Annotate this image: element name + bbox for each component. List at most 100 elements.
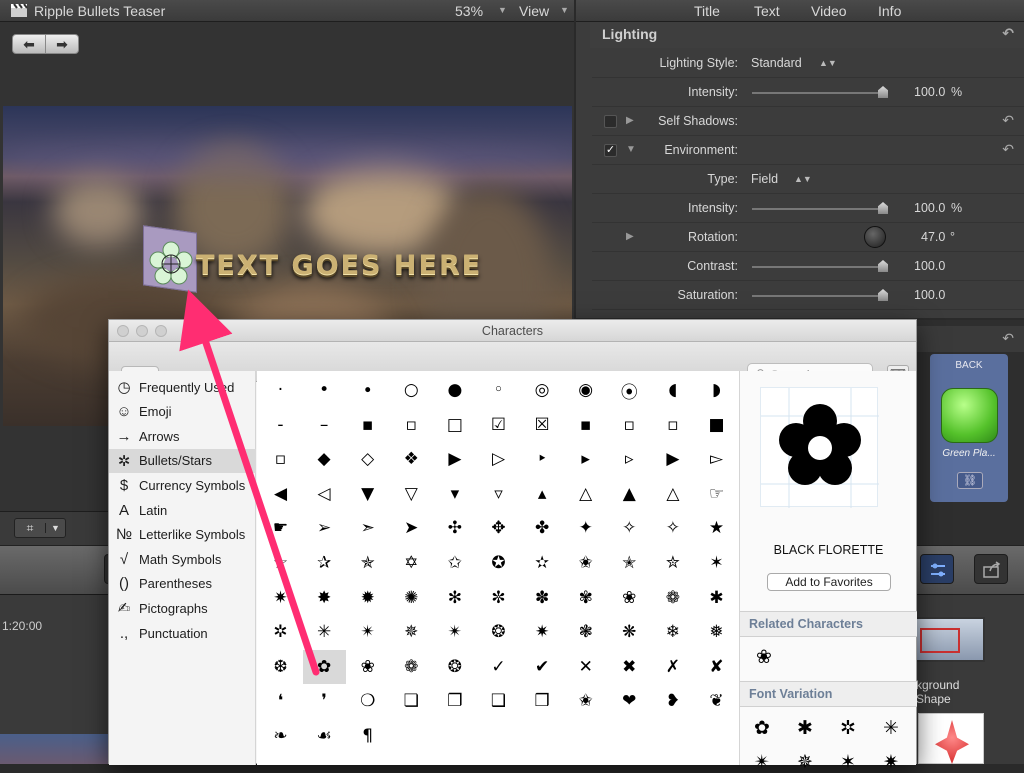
glyph-cell[interactable]: ✱ [695,581,738,615]
related-char[interactable]: ❀ [756,646,772,668]
glyph-cell[interactable]: ❏ [390,684,433,718]
glyph-cell[interactable]: ✴ [433,615,476,649]
glyph-cell[interactable]: ❛ [259,684,302,718]
glyph-cell[interactable]: ✯ [346,546,389,580]
glyph-cell[interactable]: ❅ [695,615,738,649]
glyph-cell[interactable]: ◦ [477,373,520,407]
glyph-cell[interactable]: ✽ [521,581,564,615]
glyph-cell[interactable]: ✺ [390,581,433,615]
glyph-cell[interactable]: – [303,408,346,442]
glyph-cell[interactable]: ▴ [521,477,564,511]
glyph-cell[interactable]: · [259,373,302,407]
intensity-slider[interactable] [752,86,888,98]
glyph-cell[interactable]: ✦ [564,511,607,545]
glyph-cell[interactable]: • [303,373,346,407]
saturation-value[interactable]: 100.0 [914,288,945,302]
glyph-cell[interactable]: ❀ [608,581,651,615]
glyph-cell[interactable]: ✲ [259,615,302,649]
glyph-cell[interactable]: ✾ [564,581,607,615]
glyph-cell[interactable]: ➣ [346,511,389,545]
glyph-cell[interactable]: ☛ [259,511,302,545]
glyph-cell[interactable]: ✹ [346,581,389,615]
glyph-cell[interactable]: ◉ [564,373,607,407]
tab-info[interactable]: Info [878,3,901,19]
glyph-cell[interactable]: ■ [695,408,738,442]
glyph-cell[interactable]: ☒ [521,408,564,442]
forward-arrow-icon[interactable]: ➡ [46,35,78,53]
glyph-cell[interactable]: ☆ [259,546,302,580]
font-variation-glyph[interactable]: ✷ [883,751,899,773]
rotation-value[interactable]: 47.0 [921,230,945,244]
lighting-style-popup[interactable]: Standard [751,56,802,70]
glyph-cell[interactable]: ✬ [564,684,607,718]
slider-thumb[interactable] [878,260,888,272]
glyph-cell[interactable]: ☑ [477,408,520,442]
glyph-cell[interactable]: ▻ [695,442,738,476]
glyph-cell[interactable]: ✮ [651,546,694,580]
font-variation-glyph[interactable]: ✶ [840,751,856,773]
env-intensity-slider[interactable] [752,202,888,214]
glyph-cell[interactable]: ◆ [303,442,346,476]
zoom-popup[interactable]: 53% [455,3,483,19]
glyph-cell[interactable]: ¶ [346,719,389,753]
slider-thumb[interactable] [878,86,888,98]
glyph-cell[interactable]: ❀ [346,650,389,684]
glyph-cell[interactable]: ▪ [346,408,389,442]
font-variation-glyph[interactable]: ✳ [883,717,899,739]
glyph-cell[interactable]: ▹ [608,442,651,476]
font-variation-glyph[interactable]: ✵ [797,751,813,773]
disclosure-triangle-icon[interactable]: ▶ [626,231,634,242]
glyph-cell[interactable]: ✻ [433,581,476,615]
glyph-cell[interactable]: ✸ [303,581,346,615]
category-punctuation[interactable]: ., Punctuation [109,621,256,645]
glyph-cell[interactable]: ❃ [564,615,607,649]
glyph-cell[interactable]: ✪ [477,546,520,580]
glyph-cell[interactable]: ✫ [521,546,564,580]
glyph-cell[interactable]: ✗ [651,650,694,684]
glyph-cell[interactable]: ✼ [477,581,520,615]
reset-icon[interactable]: ↶ [1002,330,1014,347]
glyph-cell[interactable]: ➢ [303,511,346,545]
glyph-cell[interactable]: ✣ [433,511,476,545]
glyph-cell[interactable]: ❄ [651,615,694,649]
glyph-cell[interactable]: ‐ [259,408,302,442]
reset-icon[interactable]: ↶ [1002,112,1014,129]
glyph-cell[interactable]: ✕ [564,650,607,684]
glyph-cell[interactable]: ▫ [390,408,433,442]
glyph-cell[interactable]: ✧ [608,511,651,545]
category-letterlike-symbols[interactable]: № Letterlike Symbols [109,523,256,547]
glyph-cell[interactable]: ✶ [695,546,738,580]
glyph-cell[interactable]: ✧ [651,511,694,545]
glyph-cell[interactable]: ❦ [695,684,738,718]
glyph-cell[interactable]: ✰ [303,546,346,580]
glyph-cell[interactable]: ✥ [477,511,520,545]
font-variation-glyph[interactable]: ✿ [754,717,770,739]
glyph-cell[interactable]: ❐ [433,684,476,718]
rotation-dial[interactable] [864,226,886,248]
add-to-favorites-button[interactable]: Add to Favorites [767,573,891,591]
glyph-cell[interactable]: ❤ [608,684,651,718]
glyph-cell[interactable]: ⦿ [608,373,651,407]
glyph-cell[interactable]: ➤ [390,511,433,545]
glyph-cell[interactable]: ✭ [608,546,651,580]
tab-video[interactable]: Video [811,3,847,19]
glyph-cell[interactable]: ☞ [695,477,738,511]
glyph-cell[interactable]: ✔ [521,650,564,684]
intensity-value[interactable]: 100.0 [914,85,945,99]
link-icon[interactable]: ⛓ [957,472,983,489]
slider-thumb[interactable] [878,289,888,301]
glyph-cell[interactable]: ❖ [390,442,433,476]
glyph-cell[interactable]: ✡ [390,546,433,580]
font-variation-glyph[interactable]: ✱ [797,717,813,739]
glyph-cell[interactable]: ❧ [259,719,302,753]
glyph-cell[interactable]: □ [433,408,476,442]
glyph-cell[interactable]: ▪ [564,408,607,442]
close-window-button[interactable] [117,325,129,337]
glyph-cell[interactable]: ❍ [346,684,389,718]
self-shadows-checkbox[interactable] [604,115,617,128]
glyph-cell[interactable]: ❋ [608,615,651,649]
glyph-cell[interactable]: ☙ [303,719,346,753]
category-parentheses[interactable]: () Parentheses [109,572,256,596]
share-button[interactable] [974,554,1008,584]
slider-thumb[interactable] [878,202,888,214]
